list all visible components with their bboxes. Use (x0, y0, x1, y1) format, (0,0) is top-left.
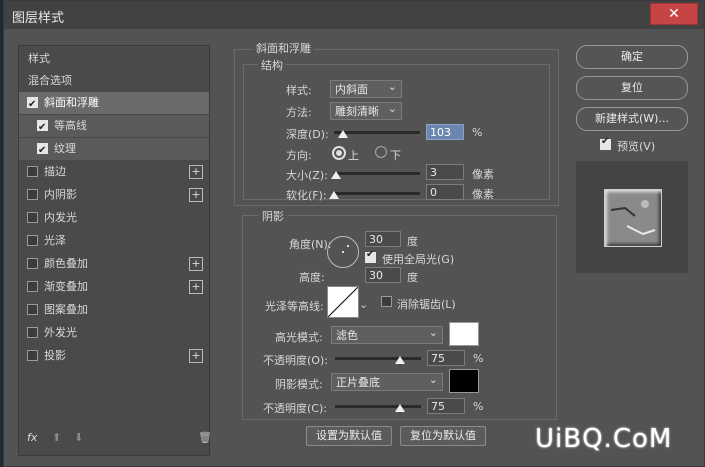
fx-icon[interactable]: fx (27, 431, 37, 444)
size-input[interactable]: 3 (426, 164, 464, 180)
checkbox-stroke[interactable] (27, 166, 38, 177)
new-style-button[interactable]: 新建样式(W)... (576, 107, 688, 131)
highlight-opacity-input[interactable]: 75 (427, 350, 465, 366)
checkbox-gradient-overlay[interactable] (27, 281, 38, 292)
angle-dial[interactable] (327, 236, 359, 268)
add-icon[interactable]: + (189, 280, 203, 294)
close-button[interactable]: ✕ (650, 3, 698, 25)
altitude-input[interactable]: 30 (365, 267, 401, 283)
depth-input[interactable]: 103 (426, 124, 464, 140)
set-default-button[interactable]: 设置为默认值 (306, 426, 392, 446)
checkbox-texture[interactable] (37, 140, 48, 162)
checkbox-pattern-overlay[interactable] (27, 304, 38, 315)
sidebar-item-drop-shadow[interactable]: 投影 + (19, 345, 209, 367)
direction-down-radio[interactable] (375, 146, 387, 158)
checkbox-color-overlay[interactable] (27, 258, 38, 269)
reset-button[interactable]: 复位 (576, 76, 688, 100)
sidebar-item-texture[interactable]: 纹理 (19, 138, 209, 162)
layer-style-dialog: 图层样式 ✕ 样式 混合选项 斜面和浮雕 等高线 纹理 描边 + 内阴影 (3, 0, 705, 467)
bevel-emboss-panel: 斜面和浮雕 结构 样式: 内斜面 方法: 雕刻清晰 深度(D): 103 % 方… (234, 40, 559, 206)
size-slider-thumb[interactable] (330, 171, 341, 179)
direction-up-radio[interactable] (332, 146, 346, 160)
shadow-color-swatch[interactable] (449, 369, 479, 393)
shadow-opacity-input[interactable]: 75 (427, 398, 465, 414)
global-light-checkbox[interactable] (365, 249, 376, 263)
checkbox-bevel[interactable] (27, 94, 38, 116)
trash-icon[interactable]: 🗑 (198, 431, 212, 444)
sidebar-item-satin[interactable]: 光泽 (19, 230, 209, 252)
angle-input[interactable]: 30 (365, 231, 401, 247)
sidebar-item-styles[interactable]: 样式 (19, 48, 209, 70)
add-icon[interactable]: + (189, 188, 203, 202)
contour-curve-icon (327, 286, 359, 318)
watermark: UiBQ.CoM (535, 424, 673, 454)
sidebar-item-stroke[interactable]: 描边 + (19, 161, 209, 183)
highlight-opacity-thumb[interactable] (394, 356, 405, 364)
move-down-icon[interactable]: ⬇ (74, 431, 83, 444)
add-icon[interactable]: + (189, 257, 203, 271)
sidebar-item-inner-shadow[interactable]: 内阴影 + (19, 184, 209, 206)
soften-slider-thumb[interactable] (329, 191, 339, 199)
sidebar-footer: fx ⬆ ⬇ 🗑 (18, 429, 212, 451)
shadow-opacity-thumb[interactable] (394, 404, 405, 412)
soften-input[interactable]: 0 (426, 184, 464, 200)
sidebar-item-contour[interactable]: 等高线 (19, 115, 209, 139)
chevron-down-icon[interactable]: ⌄ (359, 298, 368, 311)
style-list: 样式 混合选项 斜面和浮雕 等高线 纹理 描边 + 内阴影 + 内发 (18, 45, 210, 456)
move-up-icon[interactable]: ⬆ (52, 431, 61, 444)
style-select[interactable]: 内斜面 (330, 78, 402, 98)
sidebar-item-outer-glow[interactable]: 外发光 (19, 322, 209, 344)
reset-default-button[interactable]: 复位为默认值 (400, 426, 486, 446)
sidebar-item-gradient-overlay[interactable]: 渐变叠加 + (19, 276, 209, 298)
add-icon[interactable]: + (189, 165, 203, 179)
add-icon[interactable]: + (189, 349, 203, 363)
dialog-title: 图层样式 (12, 11, 65, 26)
sidebar-item-color-overlay[interactable]: 颜色叠加 + (19, 253, 209, 275)
checkbox-inner-glow[interactable] (27, 212, 38, 223)
section-title: 斜面和浮雕 (253, 40, 314, 56)
gloss-contour-picker[interactable] (327, 286, 359, 318)
ok-button[interactable]: 确定 (576, 45, 688, 69)
highlight-color-swatch[interactable] (449, 322, 479, 346)
style-preview-thumbnail (576, 161, 688, 273)
sidebar-item-bevel-emboss[interactable]: 斜面和浮雕 (19, 92, 209, 116)
shadow-mode-select[interactable]: 正片叠底 (331, 371, 443, 391)
preview-checkbox[interactable] (600, 136, 611, 150)
highlight-opacity-slider[interactable] (335, 357, 421, 360)
checkbox-outer-glow[interactable] (27, 327, 38, 338)
sidebar-item-inner-glow[interactable]: 内发光 (19, 207, 209, 229)
sidebar-item-pattern-overlay[interactable]: 图案叠加 (19, 299, 209, 321)
soften-slider[interactable] (334, 192, 420, 195)
checkbox-drop-shadow[interactable] (27, 350, 38, 361)
title-bar: 图层样式 ✕ (4, 1, 704, 29)
checkbox-contour[interactable] (37, 117, 48, 139)
shadow-opacity-slider[interactable] (335, 405, 421, 408)
size-slider[interactable] (334, 172, 420, 175)
antialias-checkbox[interactable] (381, 296, 392, 307)
depth-slider-thumb[interactable] (337, 130, 348, 138)
highlight-mode-select[interactable]: 滤色 (331, 324, 443, 344)
texture-preview-icon (610, 200, 656, 236)
sidebar-item-blending-options[interactable]: 混合选项 (19, 70, 209, 92)
structure-group: 结构 样式: 内斜面 方法: 雕刻清晰 深度(D): 103 % 方向: 上 下… (243, 57, 550, 202)
preview-swatch (604, 189, 662, 247)
checkbox-inner-shadow[interactable] (27, 189, 38, 200)
checkbox-satin[interactable] (27, 235, 38, 246)
technique-select[interactable]: 雕刻清晰 (330, 100, 402, 120)
shading-panel: 阴影 角度(N): 30 度 使用全局光(G) 高度: 30 度 光泽等高线: … (242, 208, 557, 420)
